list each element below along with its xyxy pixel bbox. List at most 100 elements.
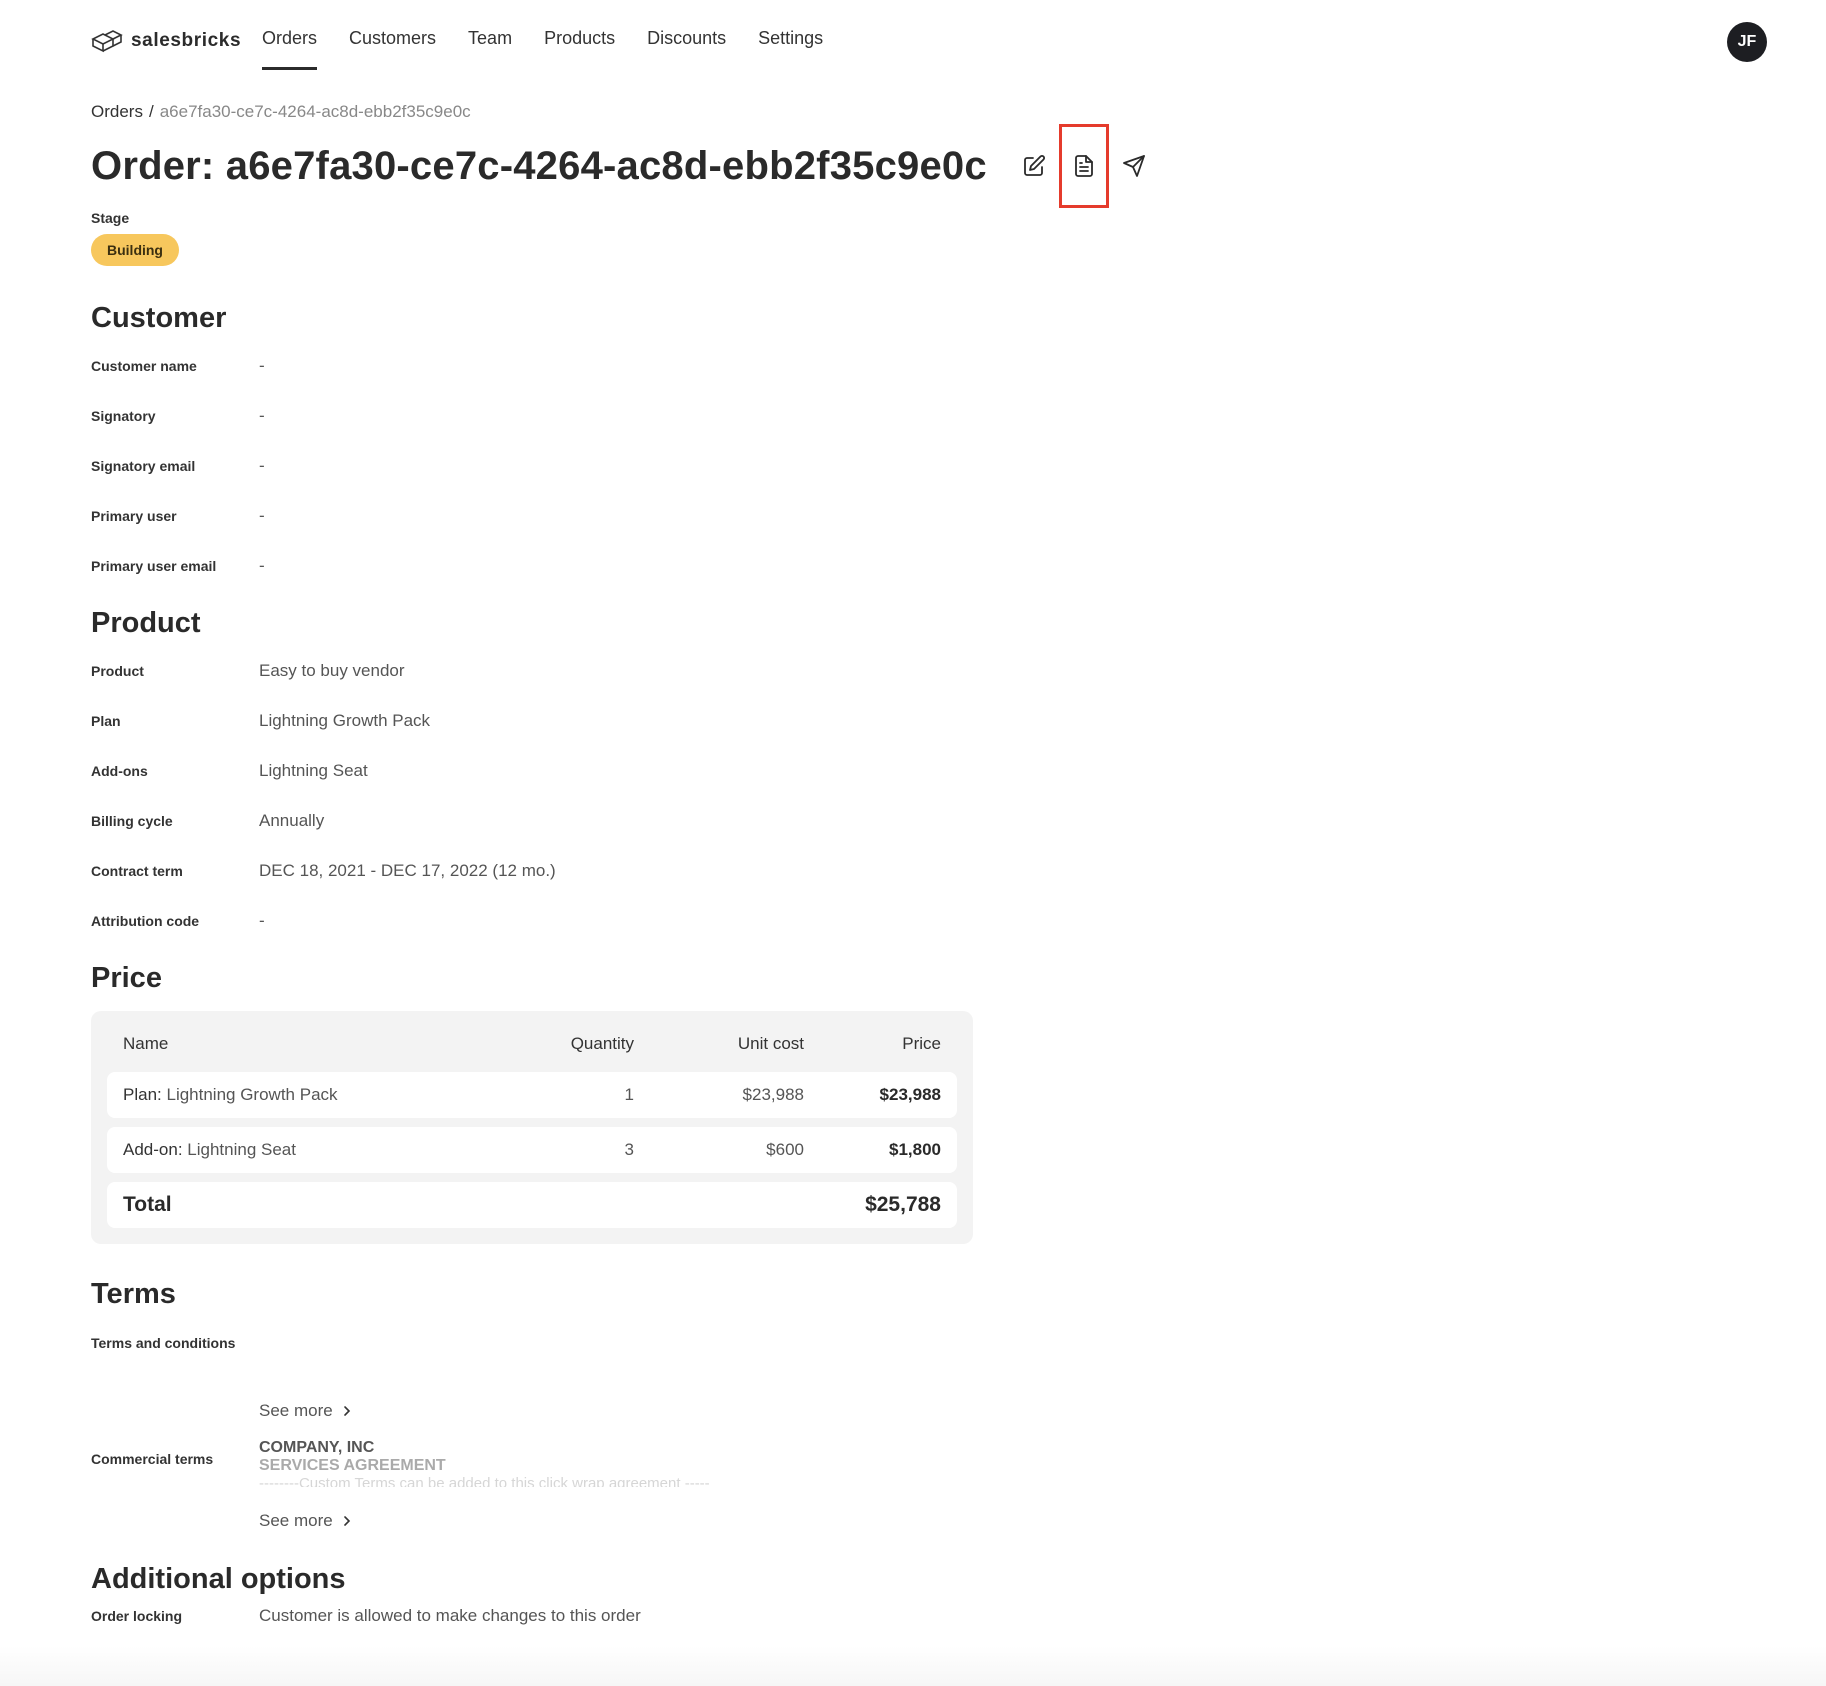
terms-section-title: Terms	[91, 1278, 176, 1310]
brand-logo[interactable]: salesbricks	[91, 29, 241, 53]
view-document-button[interactable]	[1058, 124, 1109, 208]
field-value: -	[259, 556, 265, 575]
row-name: Add-on: Lightning Seat	[123, 1140, 504, 1160]
field-label: Plan	[91, 713, 121, 729]
title-actions	[1009, 124, 1159, 208]
nav-team[interactable]: Team	[468, 28, 512, 70]
field-value: Easy to buy vendor	[259, 661, 405, 680]
chevron-right-icon	[343, 1516, 350, 1526]
field-label: Signatory email	[91, 458, 196, 474]
chevron-right-icon	[343, 1406, 350, 1416]
price-table-header: Name Quantity Unit cost Price	[107, 1025, 957, 1063]
field-label: Contract term	[91, 863, 183, 879]
title-row: Order: a6e7fa30-ce7c-4264-ac8d-ebb2f35c9…	[91, 124, 1741, 208]
field-product: Product Easy to buy vendor	[91, 646, 1741, 696]
field-value: Annually	[259, 811, 325, 830]
row-price: $23,988	[879, 1085, 941, 1104]
field-value: -	[259, 456, 265, 475]
field-label: Product	[91, 663, 144, 679]
nav-customers[interactable]: Customers	[349, 28, 436, 70]
field-signatory-email: Signatory email -	[91, 441, 1741, 491]
row-price: $1,800	[889, 1140, 941, 1159]
see-more-label: See more	[259, 1511, 333, 1530]
field-label: Attribution code	[91, 913, 200, 929]
company-name: COMPANY, INC	[259, 1439, 375, 1456]
stage-badge: Building	[91, 234, 179, 266]
breadcrumb-separator: /	[148, 102, 154, 121]
row-quantity: 3	[624, 1140, 634, 1159]
field-label: Add-ons	[91, 763, 148, 779]
field-customer-name: Customer name -	[91, 341, 1741, 391]
field-value: -	[259, 406, 265, 425]
send-order-button[interactable]	[1109, 141, 1159, 191]
field-label: Primary user email	[91, 558, 217, 574]
breadcrumb: Orders / a6e7fa30-ce7c-4264-ac8d-ebb2f35…	[91, 100, 1741, 124]
product-section-title: Product	[91, 607, 201, 639]
user-avatar[interactable]: JF	[1727, 22, 1767, 62]
field-label: Billing cycle	[91, 813, 173, 829]
nav-orders[interactable]: Orders	[262, 28, 318, 70]
nav-products[interactable]: Products	[544, 28, 615, 70]
commercial-terms-label: Commercial terms	[91, 1451, 214, 1467]
field-contract-term: Contract term DEC 18, 2021 - DEC 17, 202…	[91, 846, 1741, 896]
row-unit-cost: $600	[766, 1140, 804, 1159]
breadcrumb-current: a6e7fa30-ce7c-4264-ac8d-ebb2f35c9e0c	[159, 102, 471, 121]
row-type: Plan:	[123, 1085, 162, 1104]
total-label: Total	[123, 1193, 172, 1216]
price-table: Name Quantity Unit cost Price Plan: Ligh…	[91, 1011, 973, 1244]
terms-and-conditions-label: Terms and conditions	[91, 1335, 236, 1351]
edit-order-button[interactable]	[1009, 141, 1059, 191]
field-label: Customer name	[91, 358, 197, 374]
field-plan: Plan Lightning Growth Pack	[91, 696, 1741, 746]
table-row: Add-on: Lightning Seat 3 $600 $1,800	[107, 1127, 957, 1173]
product-fields: Product Easy to buy vendor Plan Lightnin…	[91, 646, 1741, 946]
nav-settings[interactable]: Settings	[758, 28, 823, 70]
header-unit-cost: Unit cost	[737, 1034, 804, 1053]
customer-fields: Customer name - Signatory - Signatory em…	[91, 341, 1741, 591]
nav-discounts[interactable]: Discounts	[647, 28, 726, 70]
breadcrumb-orders[interactable]: Orders	[91, 102, 143, 122]
field-value: -	[259, 911, 265, 930]
field-label: Primary user	[91, 508, 177, 524]
see-more-label: See more	[259, 1401, 333, 1420]
field-value: DEC 18, 2021 - DEC 17, 2022 (12 mo.)	[259, 861, 556, 880]
see-more-commercial-link[interactable]: See more	[259, 1511, 1741, 1531]
row-type: Add-on:	[123, 1140, 183, 1159]
customer-section-title: Customer	[91, 302, 227, 334]
field-order-locking: Order locking Customer is allowed to mak…	[91, 1596, 1741, 1636]
commercial-terms: Commercial terms COMPANY, INC SERVICES A…	[91, 1439, 1741, 1487]
edit-icon	[1023, 155, 1045, 176]
price-section-title: Price	[91, 962, 162, 994]
field-value: Lightning Growth Pack	[259, 711, 431, 730]
field-value: Lightning Seat	[259, 761, 368, 780]
terms-faded-line: --------Custom Terms can be added to thi…	[259, 1475, 710, 1487]
field-primary-user-email: Primary user email -	[91, 541, 1741, 591]
field-value: -	[259, 506, 265, 525]
commercial-terms-preview: COMPANY, INC SERVICES AGREEMENT --------…	[259, 1439, 710, 1487]
top-navigation: salesbricks Orders Customers Team Produc…	[0, 0, 1826, 84]
field-value: -	[259, 356, 265, 375]
agreement-title: SERVICES AGREEMENT	[259, 1457, 446, 1474]
page-title: Order: a6e7fa30-ce7c-4264-ac8d-ebb2f35c9…	[91, 143, 987, 188]
additional-options-title: Additional options	[91, 1563, 346, 1595]
see-more-terms-link[interactable]: See more	[259, 1401, 1741, 1421]
bricks-logo-icon	[91, 30, 123, 53]
total-value: $25,788	[865, 1193, 941, 1216]
row-quantity: 1	[624, 1085, 634, 1104]
header-name: Name	[123, 1034, 169, 1053]
bottom-fade	[0, 1646, 1826, 1686]
row-item: Lightning Growth Pack	[166, 1085, 338, 1104]
stage-label: Stage	[91, 210, 130, 226]
header-price: Price	[902, 1034, 941, 1053]
field-label: Signatory	[91, 408, 156, 424]
header-quantity: Quantity	[570, 1034, 634, 1053]
table-row: Plan: Lightning Growth Pack 1 $23,988 $2…	[107, 1072, 957, 1118]
row-item: Lightning Seat	[187, 1140, 296, 1159]
field-attribution-code: Attribution code -	[91, 896, 1741, 946]
row-name: Plan: Lightning Growth Pack	[123, 1085, 504, 1105]
price-total-row: Total $25,788	[107, 1182, 957, 1228]
field-billing-cycle: Billing cycle Annually	[91, 796, 1741, 846]
send-icon	[1122, 155, 1145, 177]
field-value: Customer is allowed to make changes to t…	[259, 1606, 641, 1625]
brand-name: salesbricks	[131, 30, 242, 51]
